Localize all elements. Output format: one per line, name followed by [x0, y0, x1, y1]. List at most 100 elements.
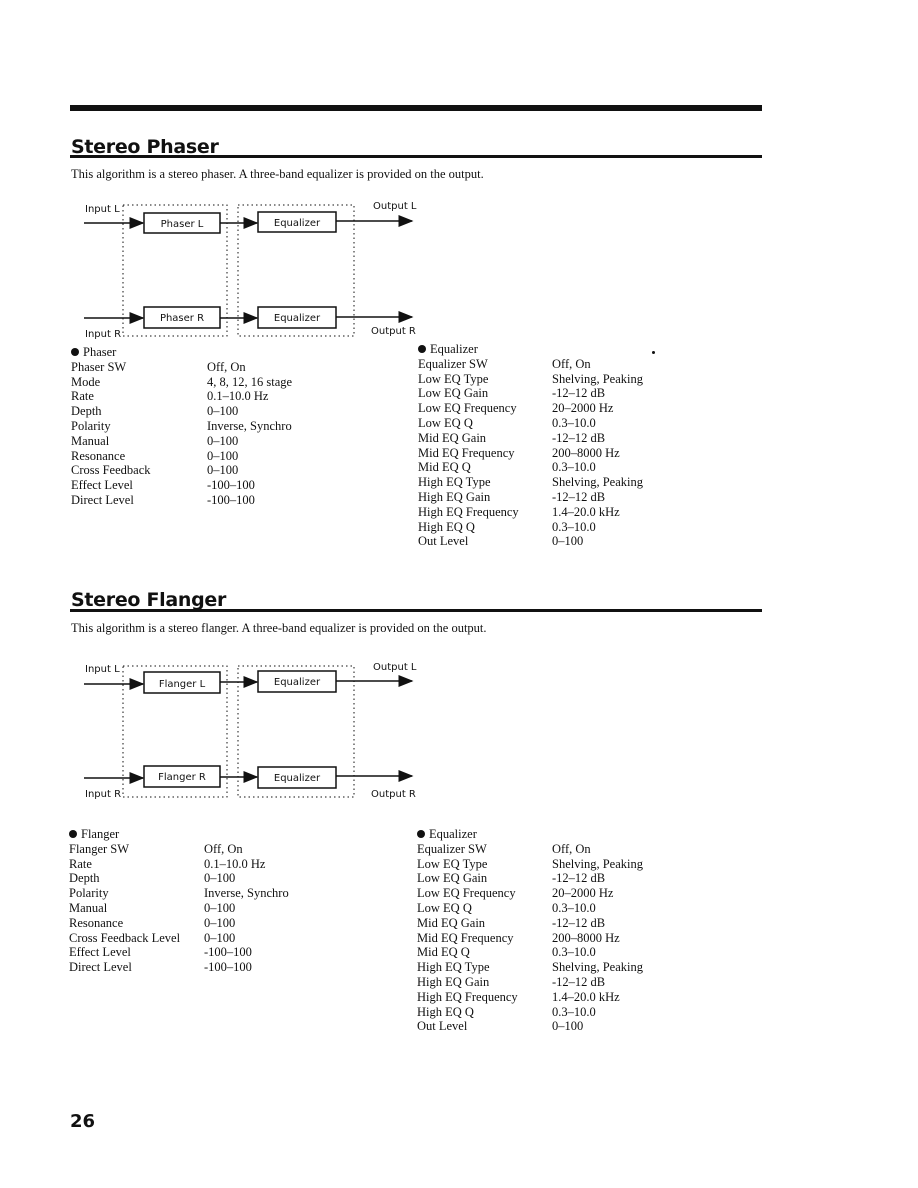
param-name: Mid EQ Frequency [418, 445, 515, 460]
param-row: Low EQ Type Shelving, Peaking [417, 857, 643, 872]
equalizer-l-label: Equalizer [274, 677, 321, 688]
param-row: Flanger SW Off, On [69, 842, 289, 857]
param-row: Mid EQ Gain -12–12 dB [417, 916, 643, 931]
param-row: Mid EQ Q 0.3–10.0 [417, 945, 643, 960]
param-row: High EQ Q 0.3–10.0 [417, 1005, 643, 1020]
param-name: Flanger SW [69, 841, 130, 856]
param-group-heading: Equalizer [417, 827, 643, 842]
param-row: Cross Feedback 0–100 [71, 463, 292, 478]
param-row: Low EQ Frequency 20–2000 Hz [418, 401, 643, 416]
param-value: Shelving, Peaking [552, 475, 643, 490]
param-row: Effect Level -100–100 [71, 478, 292, 493]
param-row: Low EQ Type Shelving, Peaking [418, 372, 643, 387]
param-name: Depth [69, 871, 100, 886]
param-name: Polarity [71, 418, 111, 433]
param-name: High EQ Q [418, 519, 475, 534]
phaser-params: Phaser Phaser SW Off, On Mode 4, 8, 12, 16 … [71, 345, 292, 508]
equalizer-l-label: Equalizer [274, 218, 321, 229]
param-name: Effect Level [69, 945, 131, 960]
param-name: Resonance [69, 915, 124, 930]
param-value: 0.3–10.0 [552, 945, 596, 960]
param-row: Low EQ Q 0.3–10.0 [418, 416, 643, 431]
param-name: Equalizer SW [418, 356, 488, 371]
param-row: Manual 0–100 [71, 434, 292, 449]
param-row: Mid EQ Frequency 200–8000 Hz [417, 931, 643, 946]
flanger-r-label: Flanger R [158, 772, 206, 783]
param-name: Low EQ Gain [418, 386, 489, 401]
param-name: Mid EQ Gain [418, 430, 487, 445]
param-value: 1.4–20.0 kHz [552, 989, 620, 1004]
param-value: 1.4–20.0 kHz [552, 504, 620, 519]
param-value: 0–100 [204, 915, 236, 930]
param-value: 20–2000 Hz [552, 401, 614, 416]
param-name: Equalizer SW [417, 841, 487, 856]
param-row: High EQ Frequency 1.4–20.0 kHz [417, 990, 643, 1005]
param-row: Polarity Inverse, Synchro [71, 419, 292, 434]
param-name: Mid EQ Frequency [417, 930, 514, 945]
param-value: -100–100 [204, 945, 252, 960]
param-name: Mid EQ Q [418, 460, 471, 475]
param-group-heading: Phaser [71, 345, 292, 360]
param-name: Cross Feedback [71, 463, 151, 478]
param-row: Low EQ Gain -12–12 dB [417, 871, 643, 886]
param-row: Mid EQ Q 0.3–10.0 [418, 460, 643, 475]
param-row: Equalizer SW Off, On [418, 357, 643, 372]
param-row: Rate 0.1–10.0 Hz [71, 389, 292, 404]
param-name: High EQ Type [417, 960, 490, 975]
param-value: 20–2000 Hz [552, 886, 614, 901]
param-value: 0–100 [207, 433, 239, 448]
param-name: Rate [69, 856, 92, 871]
param-row: Equalizer SW Off, On [417, 842, 643, 857]
param-row: Polarity Inverse, Synchro [69, 886, 289, 901]
param-value: -12–12 dB [552, 386, 606, 401]
section-description: This algorithm is a stereo phaser. A thr… [71, 167, 484, 181]
output-r-label: Output R [371, 326, 416, 337]
param-name: High EQ Gain [417, 974, 490, 989]
param-value: 0–100 [207, 448, 239, 463]
param-value: Off, On [552, 356, 591, 371]
param-row: High EQ Gain -12–12 dB [418, 490, 643, 505]
param-value: 0.3–10.0 [552, 519, 596, 534]
param-row: Direct Level -100–100 [71, 493, 292, 508]
param-name: Depth [71, 404, 102, 419]
param-value: -12–12 dB [552, 871, 606, 886]
section-rule [70, 609, 762, 612]
param-value: Shelving, Peaking [552, 371, 643, 386]
flanger-eq-params: Equalizer Equalizer SW Off, On Low EQ Type… [417, 827, 643, 1034]
param-row: Cross Feedback Level 0–100 [69, 931, 289, 946]
param-name: High EQ Q [417, 1004, 474, 1019]
param-row: Low EQ Frequency 20–2000 Hz [417, 886, 643, 901]
phaser-eq-params: Equalizer Equalizer SW Off, On Low EQ Type… [418, 342, 643, 549]
param-row: Low EQ Gain -12–12 dB [418, 386, 643, 401]
page-number: 26 [70, 1111, 96, 1132]
param-value: -100–100 [204, 960, 252, 975]
param-row: High EQ Gain -12–12 dB [417, 975, 643, 990]
input-r-label: Input R [85, 329, 121, 340]
param-value: 0–100 [204, 871, 236, 886]
bullet-icon [71, 348, 79, 357]
param-row: Rate 0.1–10.0 Hz [69, 857, 289, 872]
param-name: Low EQ Frequency [417, 886, 516, 901]
param-name: Low EQ Type [417, 856, 488, 871]
param-value: 0–100 [207, 463, 239, 478]
param-value: 0–100 [552, 1019, 584, 1034]
input-l-label: Input L [85, 204, 120, 215]
param-value: -100–100 [207, 478, 255, 493]
param-value: -12–12 dB [552, 974, 606, 989]
param-row: Low EQ Q 0.3–10.0 [417, 901, 643, 916]
param-name: Low EQ Gain [417, 871, 488, 886]
param-value: 4, 8, 12, 16 stage [207, 374, 293, 389]
param-name: Effect Level [71, 478, 133, 493]
param-row: Direct Level -100–100 [69, 960, 289, 975]
param-name: Low EQ Q [417, 900, 472, 915]
param-row: High EQ Q 0.3–10.0 [418, 520, 643, 535]
bullet-icon [69, 830, 77, 839]
equalizer-r-label: Equalizer [274, 773, 321, 784]
param-value: -12–12 dB [552, 489, 606, 504]
param-row: Resonance 0–100 [71, 449, 292, 464]
output-l-label: Output L [373, 662, 417, 673]
param-row: High EQ Frequency 1.4–20.0 kHz [418, 505, 643, 520]
param-name: Manual [69, 900, 108, 915]
output-r-label: Output R [371, 789, 416, 800]
param-name: Mode [71, 374, 101, 389]
